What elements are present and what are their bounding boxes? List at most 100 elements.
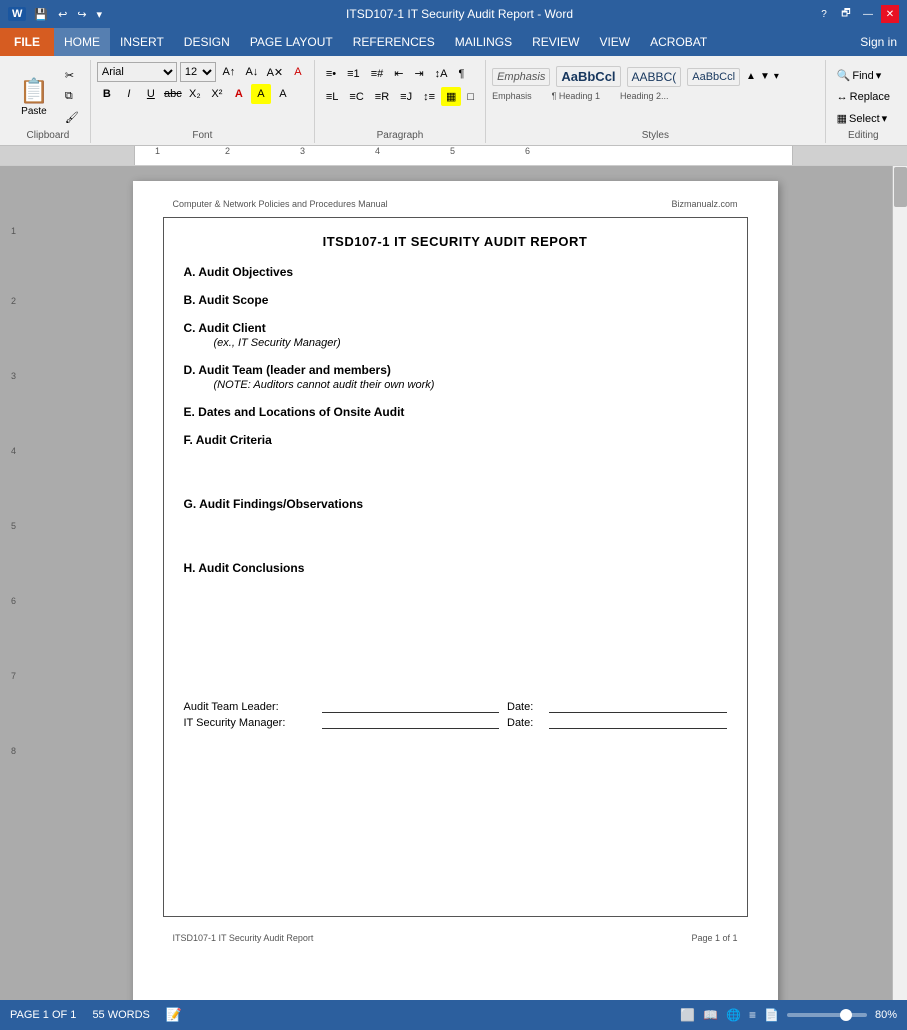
shrink-font-button[interactable]: A↓ [242, 62, 262, 82]
zoom-thumb[interactable] [840, 1009, 852, 1021]
document-title: ITSD107-1 IT SECURITY AUDIT REPORT [184, 234, 727, 249]
find-button[interactable]: 🔍 Find ▾ [832, 66, 895, 85]
increase-indent-button[interactable]: ⇥ [409, 64, 428, 83]
paste-button[interactable]: 📋 Paste [12, 72, 56, 122]
font-size-select[interactable]: 12 [180, 62, 216, 82]
help-button[interactable]: ? [815, 5, 833, 23]
section-a[interactable]: A. Audit Objectives [184, 265, 727, 279]
scrollbar-thumb[interactable] [894, 167, 907, 207]
align-left-button[interactable]: ≡L [321, 87, 344, 106]
zoom-level[interactable]: 80% [875, 1009, 897, 1021]
grow-font-button[interactable]: A↑ [219, 62, 239, 82]
sig-date2-line[interactable] [549, 728, 727, 729]
text-effects-button[interactable]: A [288, 62, 308, 82]
quick-access-save[interactable]: 💾 [34, 8, 48, 21]
tab-mailings[interactable]: MAILINGS [445, 28, 522, 56]
style-heading1-alt[interactable]: AABBC( [627, 67, 682, 87]
cut-button[interactable]: ✂ [60, 66, 84, 85]
page-area[interactable]: Computer & Network Policies and Procedur… [18, 166, 892, 1000]
proofing-icon[interactable]: 📝 [166, 1007, 182, 1023]
document-page[interactable]: Computer & Network Policies and Procedur… [133, 181, 778, 1000]
zoom-slider[interactable] [787, 1013, 867, 1017]
bullet-list-button[interactable]: ≡• [321, 64, 341, 83]
format-painter-button[interactable]: 🖌 [60, 108, 84, 127]
find-icon: 🔍 [837, 69, 851, 82]
ruler-mark-3: 3 [300, 146, 305, 156]
quick-access-undo[interactable]: ↩ [58, 8, 67, 21]
sign-in-link[interactable]: Sign in [850, 30, 907, 54]
subscript-button[interactable]: X₂ [185, 84, 205, 104]
section-a-label: A. [184, 265, 199, 279]
ruler-content: 1 2 3 4 5 6 [135, 146, 792, 165]
view-web-layout[interactable]: 🌐 [726, 1008, 741, 1022]
section-h[interactable]: H. Audit Conclusions [184, 561, 727, 575]
tab-insert[interactable]: INSERT [110, 28, 174, 56]
align-center-button[interactable]: ≡C [344, 87, 368, 106]
tab-home[interactable]: HOME [54, 28, 110, 56]
copy-button[interactable]: ⧉ [60, 87, 84, 106]
file-tab[interactable]: FILE [0, 28, 54, 56]
clipboard-group: 📋 Paste ✂ ⧉ 🖌 Clipboard [6, 60, 91, 143]
tab-design[interactable]: DESIGN [174, 28, 240, 56]
quick-access-redo[interactable]: ↪ [77, 8, 86, 21]
titlebar-title: ITSD107-1 IT Security Audit Report - Wor… [104, 7, 815, 21]
tab-view[interactable]: VIEW [589, 28, 640, 56]
clear-format-button[interactable]: A✕ [265, 62, 285, 82]
section-d[interactable]: D. Audit Team (leader and members) (NOTE… [184, 363, 727, 391]
sig-manager-line[interactable] [322, 728, 500, 729]
strikethrough-button[interactable]: abc [163, 84, 183, 104]
find-label: Find [852, 70, 873, 82]
font-color-button[interactable]: A [273, 84, 293, 104]
border-button[interactable]: □ [462, 87, 479, 106]
bold-button[interactable]: B [97, 84, 117, 104]
numbered-list-button[interactable]: ≡1 [342, 64, 365, 83]
multilevel-list-button[interactable]: ≡# [366, 64, 389, 83]
select-button[interactable]: ▦ Select ▾ [832, 109, 895, 128]
ruler-mark-5: 5 [450, 146, 455, 156]
minimize-button[interactable]: — [859, 5, 877, 23]
section-f[interactable]: F. Audit Criteria [184, 433, 727, 447]
styles-scroll-down[interactable]: ▼ [760, 71, 770, 82]
view-outline[interactable]: ≡ [749, 1008, 756, 1022]
shading-button[interactable]: ▦ [441, 87, 461, 106]
section-e[interactable]: E. Dates and Locations of Onsite Audit [184, 405, 727, 419]
replace-button[interactable]: ↔ Replace [832, 88, 895, 106]
decrease-indent-button[interactable]: ⇤ [389, 64, 408, 83]
quick-access-more[interactable]: ▾ [97, 8, 103, 21]
styles-more[interactable]: ▾ [774, 71, 779, 82]
tab-references[interactable]: REFERENCES [343, 28, 445, 56]
tab-acrobat[interactable]: ACROBAT [640, 28, 717, 56]
show-marks-button[interactable]: ¶ [454, 64, 470, 83]
statusbar: PAGE 1 OF 1 55 WORDS 📝 ⬜ 📖 🌐 ≡ 📄 80% [0, 1000, 907, 1030]
tab-page-layout[interactable]: PAGE LAYOUT [240, 28, 343, 56]
editing-group: 🔍 Find ▾ ↔ Replace ▦ Select ▾ Editing [826, 60, 901, 143]
justify-button[interactable]: ≡J [395, 87, 417, 106]
styles-scroll-up[interactable]: ▲ [746, 71, 756, 82]
style-heading2[interactable]: AaBbCcl [687, 68, 740, 86]
superscript-button[interactable]: X² [207, 84, 227, 104]
view-full-reading[interactable]: 📖 [703, 1008, 718, 1022]
section-c[interactable]: C. Audit Client (ex., IT Security Manage… [184, 321, 727, 349]
text-color-button[interactable]: A [229, 84, 249, 104]
restore-button[interactable]: 🗗 [837, 5, 855, 23]
sig-date1-line[interactable] [549, 712, 727, 713]
view-draft[interactable]: 📄 [764, 1008, 779, 1022]
section-g[interactable]: G. Audit Findings/Observations [184, 497, 727, 511]
italic-button[interactable]: I [119, 84, 139, 104]
tab-review[interactable]: REVIEW [522, 28, 589, 56]
style-emphasis[interactable]: Emphasis [492, 68, 550, 86]
sort-button[interactable]: ↕A [430, 64, 453, 83]
highlight-button[interactable]: A [251, 84, 271, 104]
style-heading1[interactable]: AaBbCcl [556, 66, 620, 87]
align-right-button[interactable]: ≡R [370, 87, 394, 106]
scrollbar-vertical[interactable] [892, 166, 907, 1000]
sig-leader-line[interactable] [322, 712, 500, 713]
ruler-mark-2: 2 [225, 146, 230, 156]
line-spacing-button[interactable]: ↕≡ [418, 87, 440, 106]
underline-button[interactable]: U [141, 84, 161, 104]
close-button[interactable]: ✕ [881, 5, 899, 23]
section-b[interactable]: B. Audit Scope [184, 293, 727, 307]
font-name-select[interactable]: Arial [97, 62, 177, 82]
document-content[interactable]: ITSD107-1 IT SECURITY AUDIT REPORT A. Au… [163, 217, 748, 917]
view-print-layout[interactable]: ⬜ [680, 1008, 695, 1022]
